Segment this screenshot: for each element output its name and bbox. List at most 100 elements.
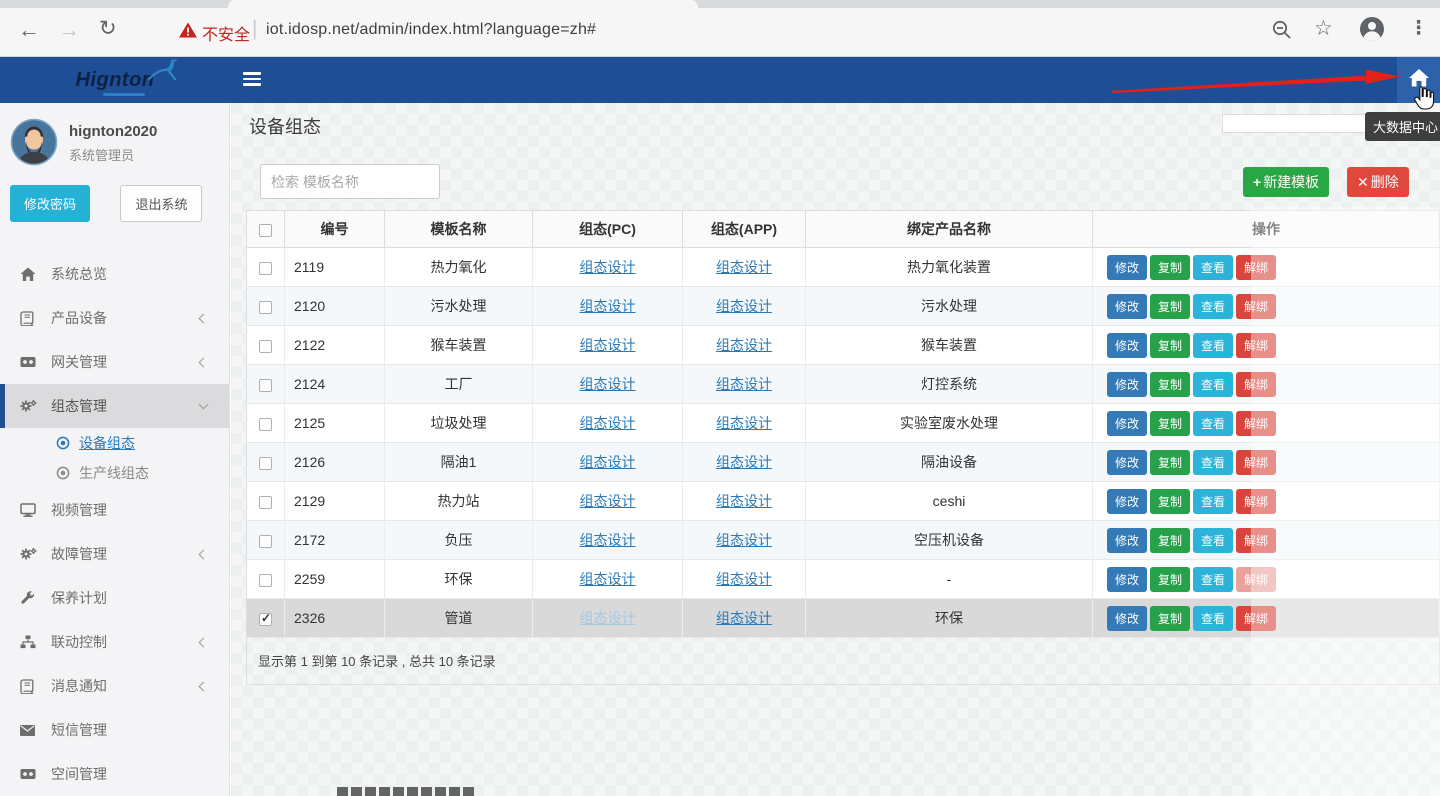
app-design-link[interactable]: 组态设计 — [716, 298, 772, 314]
view-button[interactable]: 查看 — [1193, 606, 1233, 631]
sidebar-item-保养计划[interactable]: 保养计划 — [0, 576, 229, 620]
sidebar-item-故障管理[interactable]: 故障管理 — [0, 532, 229, 576]
sidebar-item-组态管理[interactable]: 组态管理 — [0, 384, 229, 428]
copy-button[interactable]: 复制 — [1150, 606, 1190, 631]
pc-design-link[interactable]: 组态设计 — [580, 571, 636, 587]
app-design-link[interactable]: 组态设计 — [716, 376, 772, 392]
copy-button[interactable]: 复制 — [1150, 372, 1190, 397]
template-search-input[interactable] — [260, 164, 440, 199]
view-button[interactable]: 查看 — [1193, 255, 1233, 280]
browser-profile-avatar[interactable] — [1359, 16, 1385, 47]
sidebar-subitem-设备组态[interactable]: 设备组态 — [0, 428, 229, 458]
select-all-checkbox[interactable] — [259, 224, 272, 237]
table-row[interactable]: 2125垃圾处理组态设计组态设计实验室废水处理修改复制查看解绑 — [247, 404, 1440, 443]
table-row[interactable]: 2172负压组态设计组态设计空压机设备修改复制查看解绑 — [247, 521, 1440, 560]
row-checkbox[interactable] — [259, 301, 272, 314]
browser-menu-kebab-icon[interactable]: ⋮ — [1409, 18, 1428, 40]
table-row[interactable]: 2124工厂组态设计组态设计灯控系统修改复制查看解绑 — [247, 365, 1440, 404]
edit-button[interactable]: 修改 — [1107, 606, 1147, 631]
unbind-button[interactable]: 解绑 — [1236, 255, 1276, 280]
app-design-link[interactable]: 组态设计 — [716, 532, 772, 548]
view-button[interactable]: 查看 — [1193, 450, 1233, 475]
security-warning-label[interactable]: 不安全 — [202, 21, 250, 45]
copy-button[interactable]: 复制 — [1150, 255, 1190, 280]
edit-button[interactable]: 修改 — [1107, 255, 1147, 280]
app-design-link[interactable]: 组态设计 — [716, 415, 772, 431]
table-row[interactable]: 2326管道组态设计组态设计环保修改复制查看解绑 — [247, 599, 1440, 638]
app-design-link[interactable]: 组态设计 — [716, 610, 772, 626]
edit-button[interactable]: 修改 — [1107, 450, 1147, 475]
unbind-button[interactable]: 解绑 — [1236, 489, 1276, 514]
view-button[interactable]: 查看 — [1193, 528, 1233, 553]
unbind-button[interactable]: 解绑 — [1236, 450, 1276, 475]
edit-button[interactable]: 修改 — [1107, 489, 1147, 514]
pc-design-link[interactable]: 组态设计 — [580, 259, 636, 275]
topright-mini-input[interactable] — [1222, 114, 1377, 133]
pc-design-link[interactable]: 组态设计 — [580, 493, 636, 509]
browser-reload-button[interactable]: ↻ — [99, 18, 117, 40]
pc-design-link[interactable]: 组态设计 — [580, 454, 636, 470]
copy-button[interactable]: 复制 — [1150, 333, 1190, 358]
security-warning-icon[interactable] — [178, 21, 198, 44]
view-button[interactable]: 查看 — [1193, 333, 1233, 358]
logout-button[interactable]: 退出系统 — [120, 185, 202, 222]
bookmark-star-icon[interactable]: ☆ — [1314, 18, 1333, 40]
row-checkbox[interactable] — [259, 574, 272, 587]
view-button[interactable]: 查看 — [1193, 294, 1233, 319]
row-checkbox[interactable] — [259, 613, 272, 626]
sidebar-subitem-生产线组态[interactable]: 生产线组态 — [0, 458, 229, 488]
row-checkbox[interactable] — [259, 496, 272, 509]
sidebar-item-视频管理[interactable]: 视频管理 — [0, 488, 229, 532]
table-row[interactable]: 2259环保组态设计组态设计-修改复制查看解绑 — [247, 560, 1440, 599]
browser-active-tab[interactable] — [228, 0, 698, 8]
row-checkbox[interactable] — [259, 379, 272, 392]
unbind-button[interactable]: 解绑 — [1236, 333, 1276, 358]
edit-button[interactable]: 修改 — [1107, 528, 1147, 553]
view-button[interactable]: 查看 — [1193, 489, 1233, 514]
view-button[interactable]: 查看 — [1193, 411, 1233, 436]
pc-design-link[interactable]: 组态设计 — [580, 610, 636, 626]
app-design-link[interactable]: 组态设计 — [716, 337, 772, 353]
sidebar-item-空间管理[interactable]: 空间管理 — [0, 752, 229, 796]
big-data-center-home-button[interactable] — [1397, 57, 1440, 103]
copy-button[interactable]: 复制 — [1150, 411, 1190, 436]
table-row[interactable]: 2119热力氧化组态设计组态设计热力氧化装置修改复制查看解绑 — [247, 248, 1440, 287]
browser-forward-button[interactable]: → — [58, 19, 80, 41]
app-design-link[interactable]: 组态设计 — [716, 454, 772, 470]
edit-button[interactable]: 修改 — [1107, 294, 1147, 319]
pc-design-link[interactable]: 组态设计 — [580, 337, 636, 353]
new-template-button[interactable]: +新建模板 — [1243, 167, 1329, 197]
sidebar-item-消息通知[interactable]: 消息通知 — [0, 664, 229, 708]
edit-button[interactable]: 修改 — [1107, 567, 1147, 592]
app-design-link[interactable]: 组态设计 — [716, 493, 772, 509]
table-row[interactable]: 2120污水处理组态设计组态设计污水处理修改复制查看解绑 — [247, 287, 1440, 326]
edit-button[interactable]: 修改 — [1107, 333, 1147, 358]
unbind-button[interactable]: 解绑 — [1236, 528, 1276, 553]
edit-button[interactable]: 修改 — [1107, 372, 1147, 397]
view-button[interactable]: 查看 — [1193, 567, 1233, 592]
table-row[interactable]: 2126隔油1组态设计组态设计隔油设备修改复制查看解绑 — [247, 443, 1440, 482]
copy-button[interactable]: 复制 — [1150, 450, 1190, 475]
view-button[interactable]: 查看 — [1193, 372, 1233, 397]
browser-back-button[interactable]: ← — [18, 19, 40, 41]
unbind-button[interactable]: 解绑 — [1236, 606, 1276, 631]
sidebar-toggle-menu-icon[interactable] — [243, 72, 261, 89]
unbind-button[interactable]: 解绑 — [1236, 294, 1276, 319]
unbind-button[interactable]: 解绑 — [1236, 411, 1276, 436]
unbind-button[interactable]: 解绑 — [1236, 372, 1276, 397]
zoom-out-icon[interactable] — [1271, 19, 1293, 46]
copy-button[interactable]: 复制 — [1150, 294, 1190, 319]
sidebar-item-系统总览[interactable]: 系统总览 — [0, 252, 229, 296]
edit-button[interactable]: 修改 — [1107, 411, 1147, 436]
pc-design-link[interactable]: 组态设计 — [580, 532, 636, 548]
table-row[interactable]: 2129热力站组态设计组态设计ceshi修改复制查看解绑 — [247, 482, 1440, 521]
copy-button[interactable]: 复制 — [1150, 567, 1190, 592]
app-design-link[interactable]: 组态设计 — [716, 259, 772, 275]
copy-button[interactable]: 复制 — [1150, 528, 1190, 553]
table-row[interactable]: 2122猴车装置组态设计组态设计猴车装置修改复制查看解绑 — [247, 326, 1440, 365]
row-checkbox[interactable] — [259, 262, 272, 275]
address-bar-url[interactable]: iot.idosp.net/admin/index.html?language=… — [266, 21, 596, 39]
row-checkbox[interactable] — [259, 535, 272, 548]
pc-design-link[interactable]: 组态设计 — [580, 376, 636, 392]
sidebar-item-短信管理[interactable]: 短信管理 — [0, 708, 229, 752]
